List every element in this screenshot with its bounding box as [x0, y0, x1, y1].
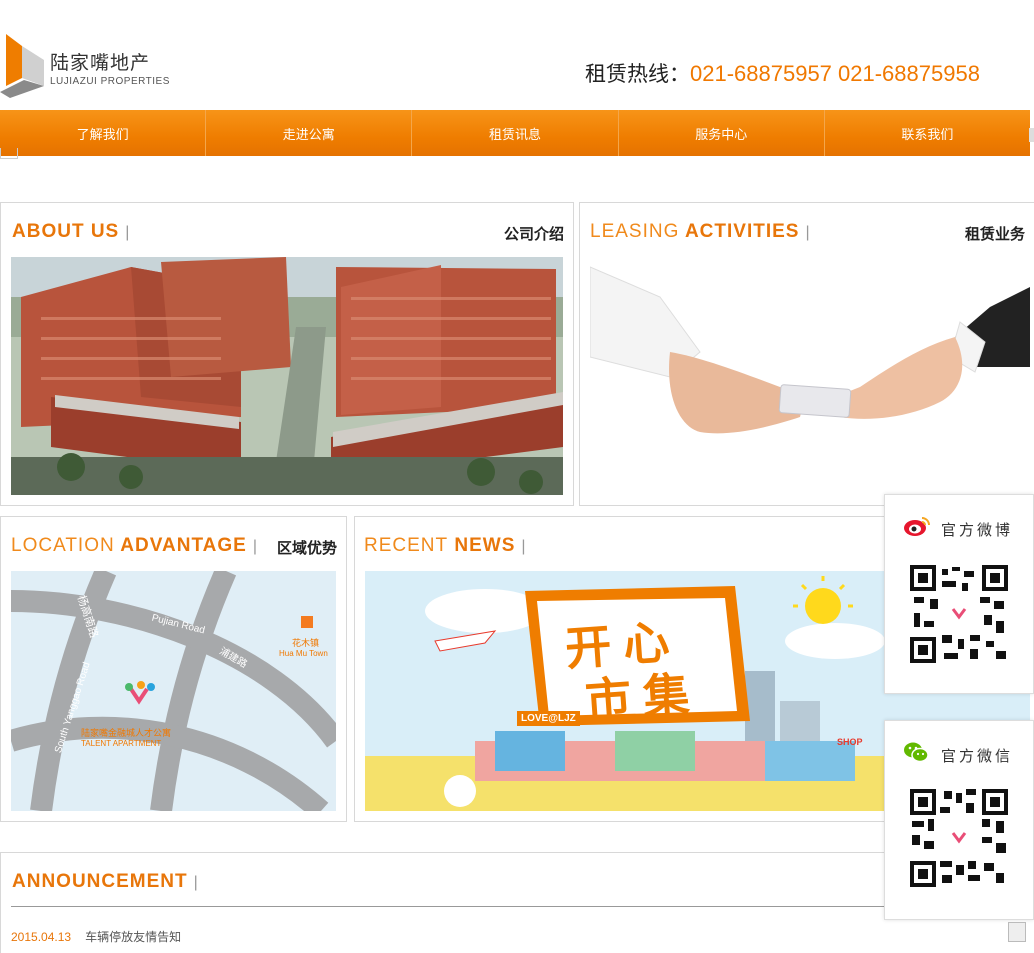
location-title-cn[interactable]: 区域优势	[277, 537, 337, 558]
logo-icon[interactable]	[0, 34, 46, 98]
news-title-light: RECENT	[364, 535, 449, 556]
announcement-item[interactable]: 2015.04.13 车辆停放友情告知	[11, 928, 181, 945]
announcement-date: 2015.04.13	[11, 930, 72, 944]
nav-item-about[interactable]: 了解我们	[0, 110, 207, 156]
scroll-to-top-button[interactable]	[1008, 922, 1026, 942]
announcement-title-bold: ANNOUNCEMENT	[12, 871, 188, 892]
news-title-separator: |	[521, 538, 527, 555]
location-title-light: LOCATION	[11, 535, 115, 556]
about-title-separator: |	[125, 224, 131, 241]
wechat-qr-code	[910, 789, 1008, 887]
location-panel: LOCATION ADVANTAGE | 区域优势 杨高南路 Pujian Roa…	[0, 516, 347, 822]
about-title-cn[interactable]: 公司介绍	[504, 223, 564, 244]
news-title-bold: NEWS	[454, 535, 516, 556]
nav-item-leasing[interactable]: 租赁讯息	[412, 110, 619, 156]
logo-text-cn: 陆家嘴地产	[50, 52, 151, 74]
announcement-title-separator: |	[193, 874, 199, 891]
nav-item-service[interactable]: 服务中心	[619, 110, 825, 156]
apartment-photo[interactable]	[11, 257, 563, 495]
about-title: ABOUT US |	[12, 221, 130, 243]
leasing-panel: LEASING ACTIVITIES | 租赁业务	[579, 202, 1034, 506]
location-map[interactable]: 杨高南路 Pujian Road 浦建路 South Yanggao Road …	[11, 571, 336, 811]
news-tag: LOVE@LJZ	[517, 711, 580, 726]
nav-scroll-edge	[1029, 128, 1034, 142]
leasing-title-separator: |	[805, 224, 811, 241]
map-poi-cn: 花木镇	[292, 639, 320, 649]
announcement-text: 车辆停放友情告知	[85, 930, 182, 944]
wechat-widget: 官方微信	[884, 720, 1034, 920]
map-poi-en: Hua Mu Town	[279, 649, 328, 658]
map-apt-cn: 陆家嘴金融城人才公寓	[81, 729, 172, 739]
handshake-photo[interactable]	[590, 257, 1030, 495]
nav-item-apartment[interactable]: 走进公寓	[206, 110, 413, 156]
news-title: RECENT NEWS |	[364, 535, 527, 557]
wechat-icon[interactable]	[903, 741, 929, 763]
map-apt-en: TALENT APARTMENT	[81, 739, 162, 748]
leasing-title-light: LEASING	[590, 221, 680, 242]
weibo-label[interactable]: 官方微博	[941, 519, 1013, 540]
hotline: 租赁热线：021-68875957 021-68875958	[585, 58, 980, 88]
nav-item-contact[interactable]: 联系我们	[825, 110, 1030, 156]
news-headline-bottom: 市集	[583, 666, 703, 728]
weibo-qr-code	[910, 565, 1008, 663]
wechat-label[interactable]: 官方微信	[941, 745, 1013, 766]
announcement-divider	[11, 906, 1011, 907]
weibo-icon[interactable]	[903, 515, 931, 537]
leasing-title-cn[interactable]: 租赁业务	[965, 223, 1025, 244]
main-nav: 了解我们 走进公寓 租赁讯息 服务中心 联系我们	[0, 110, 1030, 156]
nav-dropdown-stub	[0, 148, 18, 159]
location-title: LOCATION ADVANTAGE |	[11, 535, 258, 557]
about-panel: ABOUT US | 公司介绍	[0, 202, 574, 506]
leasing-title-bold: ACTIVITIES	[684, 221, 800, 242]
hotline-label: 租赁热线：	[585, 62, 690, 86]
location-title-separator: |	[252, 538, 258, 555]
hotline-numbers: 021-68875957 021-68875958	[690, 61, 980, 86]
location-title-bold: ADVANTAGE	[120, 535, 247, 556]
weibo-widget: 官方微博	[884, 494, 1034, 694]
about-title-bold: ABOUT US	[12, 221, 120, 242]
announcement-title: ANNOUNCEMENT |	[12, 871, 199, 893]
logo-text-en: LUJIAZUI PROPERTIES	[50, 76, 170, 87]
news-shop-sign: SHOP	[837, 737, 863, 747]
leasing-title: LEASING ACTIVITIES |	[590, 221, 811, 243]
